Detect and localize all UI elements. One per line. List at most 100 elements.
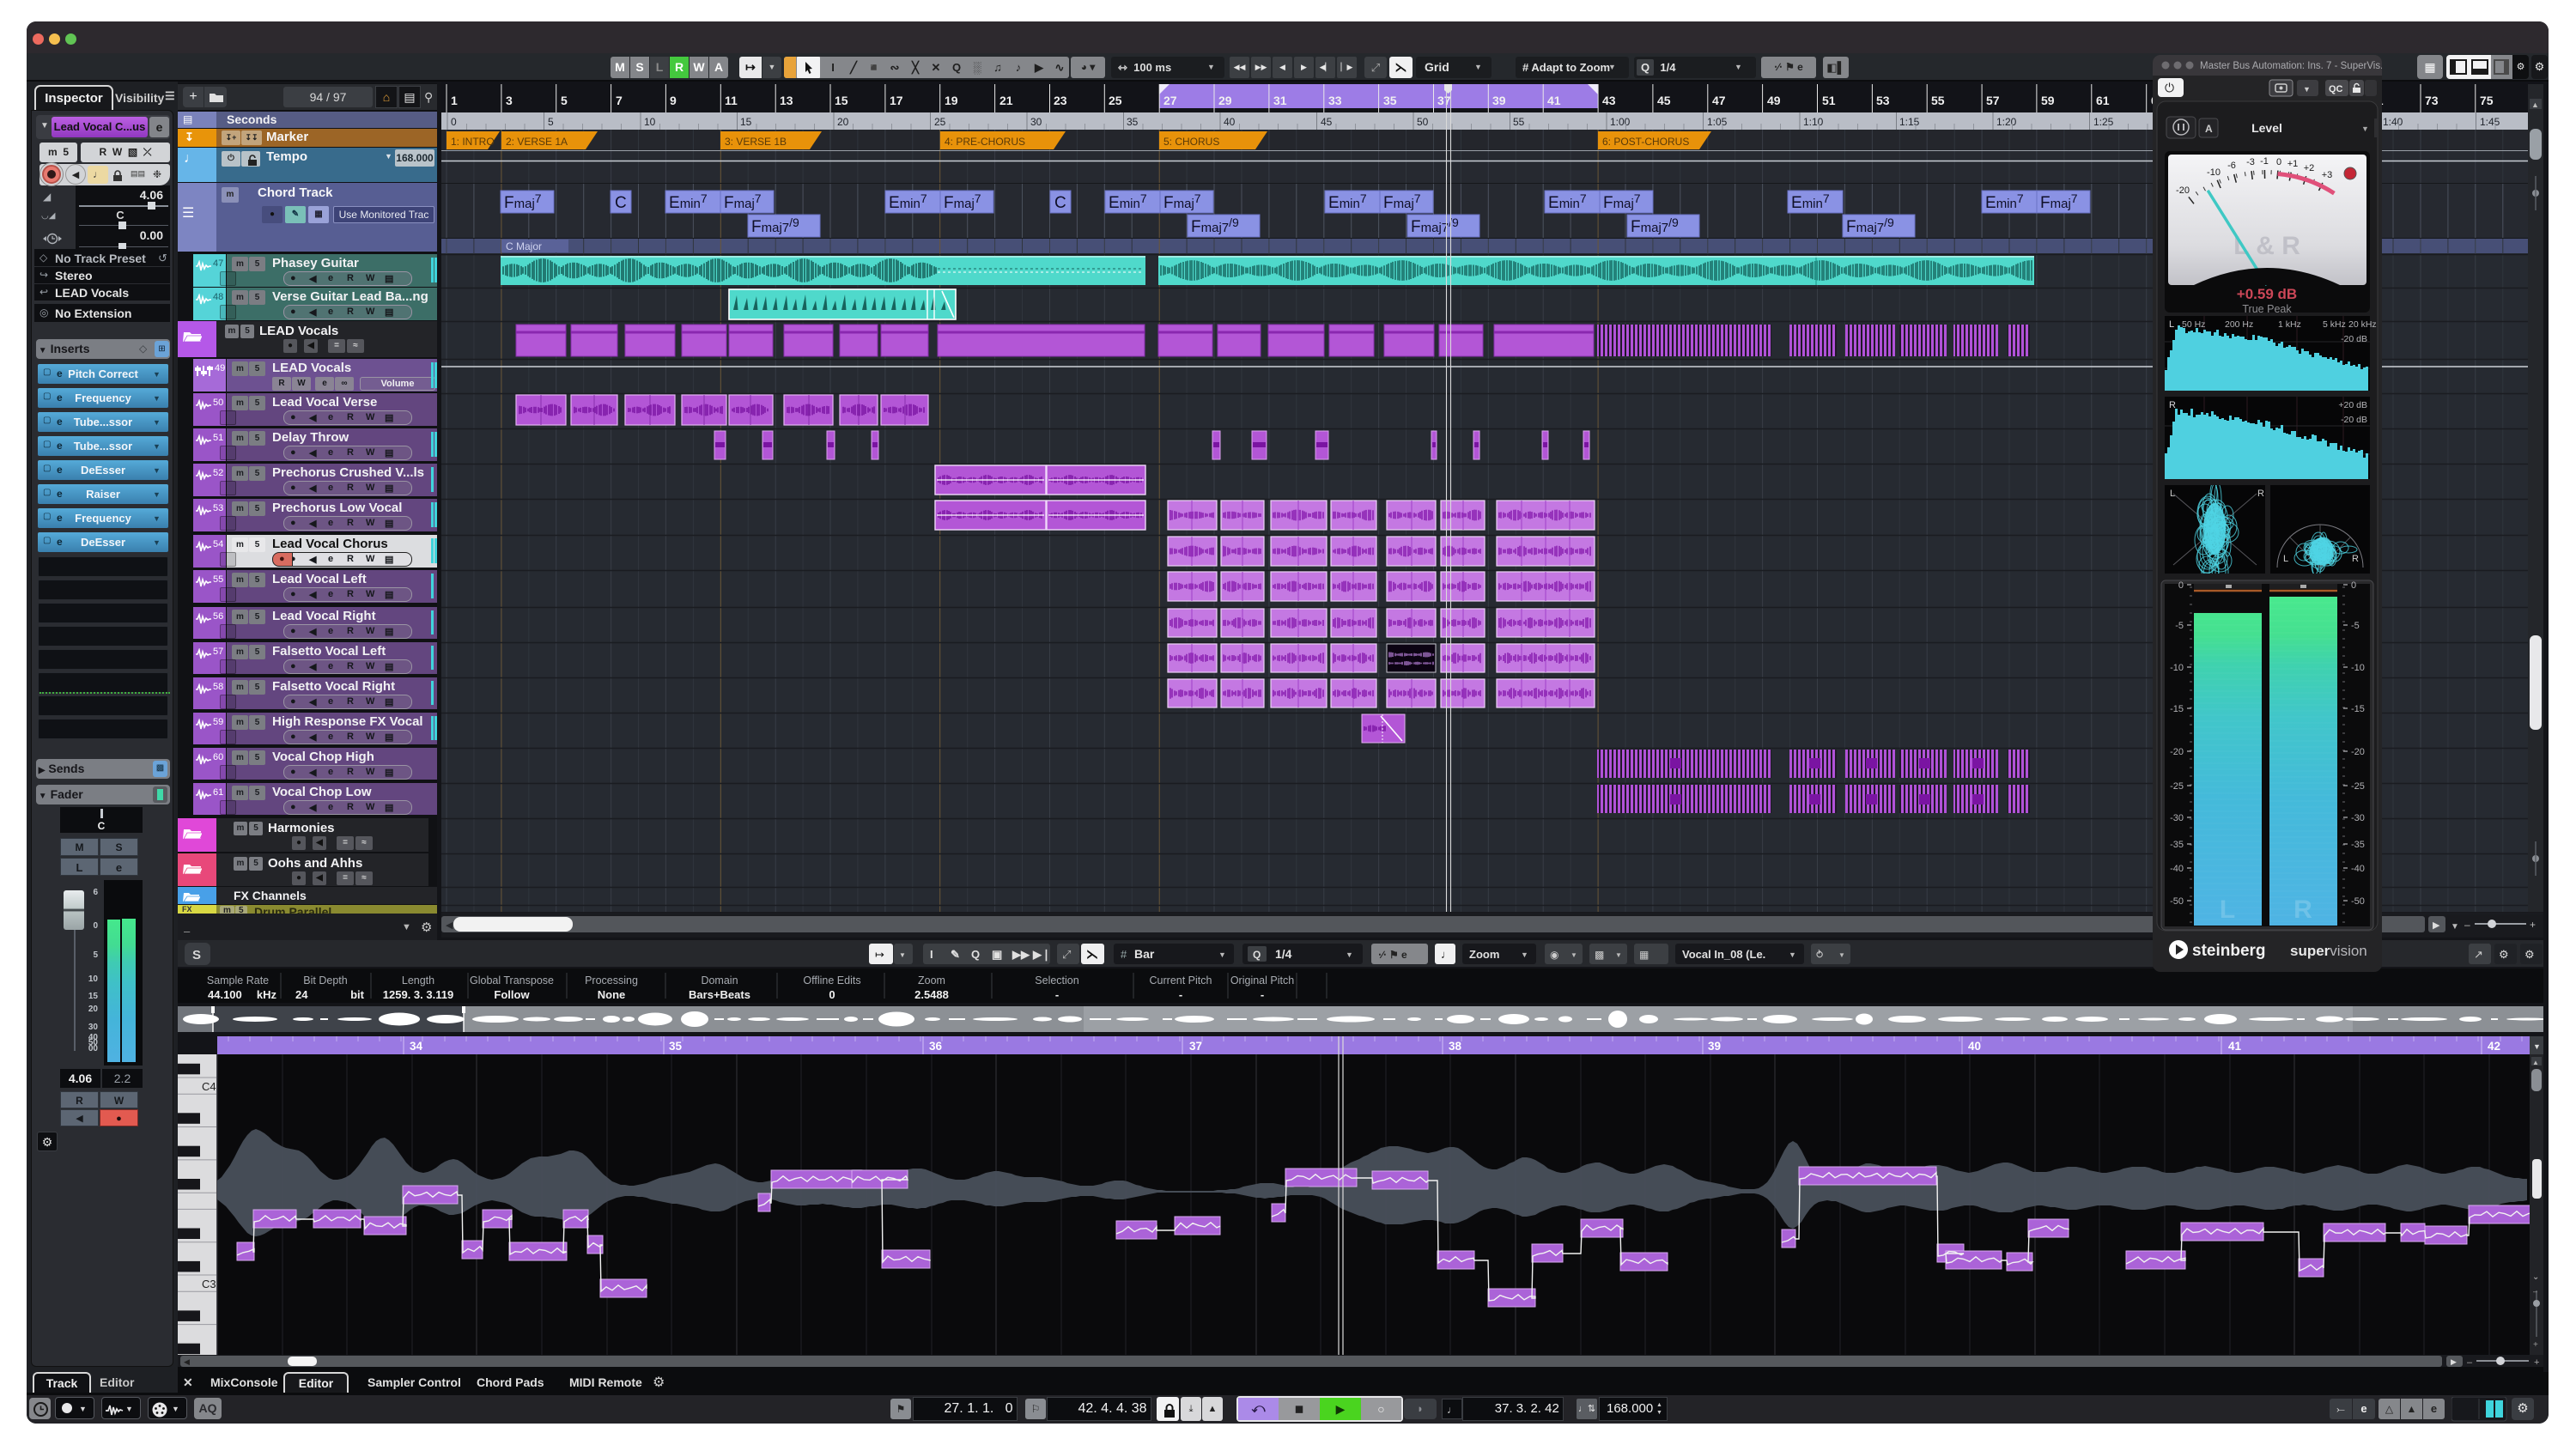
svg-text:–: –: [2467, 1357, 2473, 1367]
svg-text:24: 24: [295, 988, 308, 1001]
svg-text:⋋: ⋋: [1086, 947, 1098, 961]
svg-text:5: 5: [548, 116, 554, 128]
svg-text:50: 50: [1417, 116, 1429, 128]
svg-text:C3: C3: [202, 1278, 216, 1290]
svg-text:-20: -20: [2176, 185, 2190, 196]
svg-text:▶: ▶: [2451, 1357, 2457, 1366]
svg-text:-6: -6: [2227, 161, 2236, 171]
svg-text:-3: -3: [2246, 157, 2255, 167]
svg-text:+20 dB: +20 dB: [2338, 400, 2367, 410]
svg-text:-40: -40: [2170, 864, 2184, 874]
svg-text:↦: ↦: [875, 948, 884, 961]
svg-text:Offline Edits: Offline Edits: [803, 974, 860, 987]
svg-text:-35: -35: [2170, 840, 2184, 850]
svg-text:1:45: 1:45: [2480, 116, 2500, 128]
svg-text:+: +: [2534, 1357, 2539, 1367]
svg-text:Zoom: Zoom: [918, 974, 945, 987]
svg-text:L: L: [2170, 489, 2175, 499]
svg-text:Q: Q: [971, 948, 980, 961]
svg-text:7: 7: [616, 94, 623, 107]
svg-text:37: 37: [1189, 1040, 1202, 1053]
svg-text:+0.59 dB: +0.59 dB: [2237, 286, 2297, 302]
svg-text:49: 49: [1767, 94, 1781, 107]
svg-text:40: 40: [1968, 1040, 1981, 1053]
svg-text:47: 47: [1712, 94, 1726, 107]
svg-text:-30: -30: [2351, 813, 2365, 823]
svg-text:57: 57: [1986, 94, 2000, 107]
svg-text:1:40: 1:40: [2383, 116, 2403, 128]
svg-text:35: 35: [669, 1040, 683, 1053]
svg-text:1259. 3. 3.119: 1259. 3. 3.119: [383, 988, 453, 1001]
svg-text:-35: -35: [2351, 840, 2365, 850]
svg-text:Level: Level: [2251, 121, 2282, 135]
svg-text:↗: ↗: [2474, 948, 2483, 961]
svg-text:Bar: Bar: [1134, 947, 1155, 961]
svg-text:-: -: [1055, 988, 1059, 1001]
svg-text:1 kHz: 1 kHz: [2278, 319, 2301, 330]
svg-text:19: 19: [945, 94, 958, 107]
svg-text:-5: -5: [2351, 621, 2360, 631]
svg-text:35: 35: [1127, 116, 1139, 128]
svg-text:▶▶: ▶▶: [1012, 948, 1030, 961]
svg-text:⤢: ⤢: [1062, 948, 1071, 961]
svg-text:-1: -1: [2260, 156, 2269, 167]
svg-text:+3: +3: [2322, 170, 2333, 180]
svg-text:50 Hz: 50 Hz: [2182, 319, 2205, 330]
svg-text:⚙: ⚙: [2499, 948, 2509, 961]
svg-text:43: 43: [1602, 94, 1616, 107]
svg-text:Bars+Beats: Bars+Beats: [689, 988, 750, 1001]
svg-text:✎: ✎: [951, 948, 960, 961]
svg-text:-: -: [1261, 988, 1264, 1001]
svg-text:5: 5: [561, 94, 568, 107]
svg-text:+: +: [2533, 1340, 2538, 1350]
svg-text:▶❘: ▶❘: [1032, 948, 1051, 962]
svg-text:–: –: [2533, 1287, 2537, 1296]
svg-text:bit: bit: [350, 988, 365, 1001]
svg-text:-20: -20: [2170, 747, 2184, 757]
svg-text:▼: ▼: [2533, 1042, 2541, 1051]
svg-text:R: R: [2352, 554, 2359, 564]
svg-text:0: 0: [2276, 157, 2281, 167]
svg-text:2.5488: 2.5488: [914, 988, 949, 1001]
svg-text:-10: -10: [2207, 167, 2221, 178]
svg-text:5 kHz: 5 kHz: [2323, 319, 2346, 330]
svg-text:+2: +2: [2304, 163, 2315, 173]
svg-text:C: C: [615, 194, 627, 212]
svg-text:QC: QC: [2329, 84, 2343, 94]
svg-text:55: 55: [1513, 116, 1525, 128]
svg-text:⚙: ⚙: [2524, 948, 2535, 961]
svg-text:▼: ▼: [899, 951, 906, 959]
svg-text:3: VERSE 1B: 3: VERSE 1B: [725, 136, 787, 148]
svg-text:0: 0: [2351, 580, 2356, 591]
svg-text:13: 13: [780, 94, 793, 107]
svg-text:▼: ▼: [2451, 922, 2459, 932]
svg-text:25: 25: [934, 116, 946, 128]
svg-text:◀: ◀: [446, 920, 453, 931]
svg-text:1:05: 1:05: [1707, 116, 1728, 128]
svg-text:⥁: ⥁: [1816, 949, 1823, 961]
svg-text:37: 37: [1437, 94, 1451, 107]
svg-text:L: L: [2283, 554, 2288, 564]
svg-text:▼: ▼: [1571, 951, 1577, 959]
svg-text:21: 21: [999, 94, 1013, 107]
svg-text:Current Pitch: Current Pitch: [1150, 974, 1212, 987]
svg-text:1: 1: [451, 94, 458, 107]
svg-text:▣: ▣: [992, 948, 1002, 961]
svg-text:1:10: 1:10: [1803, 116, 1824, 128]
svg-text:R: R: [2169, 400, 2176, 410]
svg-text:5: CHORUS: 5: CHORUS: [1163, 136, 1219, 148]
svg-text:Vocal In_08 (Le.: Vocal In_08 (Le.: [1682, 948, 1765, 961]
svg-text:55: 55: [1931, 94, 1945, 107]
svg-text:20: 20: [837, 116, 849, 128]
svg-text:Processing: Processing: [585, 974, 638, 987]
svg-text:Bit Depth: Bit Depth: [303, 974, 347, 987]
svg-text:0: 0: [829, 988, 835, 1001]
svg-text:45: 45: [1321, 116, 1333, 128]
svg-text:▼: ▼: [1521, 950, 1528, 959]
svg-text:R: R: [2257, 489, 2264, 499]
svg-text:31: 31: [1273, 94, 1287, 107]
svg-text:40: 40: [1224, 116, 1236, 128]
svg-text:27: 27: [1163, 94, 1177, 107]
svg-text:-20 dB: -20 dB: [2341, 334, 2367, 344]
svg-text:Follow: Follow: [494, 988, 530, 1001]
